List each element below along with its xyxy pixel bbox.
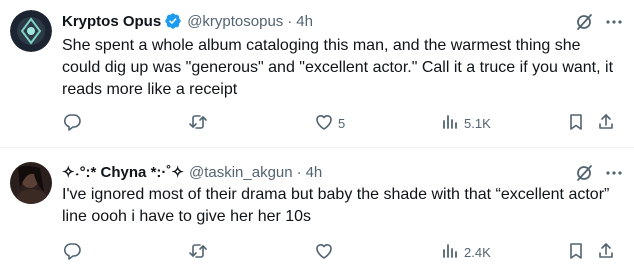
verified-badge-icon — [164, 12, 182, 30]
separator: · — [287, 12, 293, 30]
tweet[interactable]: ✧˖°:* Chyna *:·˚✧ @taskin_akgun · 4h I'v… — [0, 149, 634, 263]
author-name[interactable]: ✧˖°:* Chyna *:·˚✧ — [62, 163, 184, 181]
like-button[interactable]: 5 — [314, 108, 345, 138]
more-icon[interactable] — [604, 163, 624, 183]
bookmark-icon — [566, 241, 586, 264]
avatar[interactable] — [10, 162, 52, 204]
author-name[interactable]: Kryptos Opus — [62, 13, 161, 30]
bookmark-button[interactable] — [566, 108, 586, 138]
retweet-icon — [188, 112, 208, 135]
tweet[interactable]: Kryptos Opus @kryptosopus · 4h She spent… — [0, 0, 634, 148]
tweet-text: I've ignored most of their drama but bab… — [62, 186, 610, 225]
views-icon — [440, 241, 460, 264]
more-icon[interactable] — [604, 12, 624, 32]
views-count: 2.4K — [464, 244, 491, 260]
separator: · — [296, 163, 302, 181]
reply-button[interactable] — [62, 108, 82, 138]
timestamp[interactable]: 4h — [306, 164, 323, 181]
tweet-header: Kryptos Opus @kryptosopus · 4h — [62, 11, 313, 31]
bookmark-icon — [566, 112, 586, 135]
action-bar: 5 5.1K — [52, 108, 634, 138]
avatar[interactable] — [10, 10, 52, 52]
share-button[interactable] — [596, 108, 616, 138]
like-icon — [314, 241, 334, 264]
share-icon — [596, 241, 616, 264]
retweet-button[interactable] — [188, 108, 208, 138]
grok-icon[interactable] — [574, 163, 594, 183]
views-count: 5.1K — [464, 115, 491, 131]
retweet-icon — [188, 241, 208, 264]
share-icon — [596, 112, 616, 135]
author-handle[interactable]: @taskin_akgun — [189, 164, 293, 181]
reply-icon — [62, 241, 82, 264]
timestamp[interactable]: 4h — [296, 13, 313, 30]
tweet-header: ✧˖°:* Chyna *:·˚✧ @taskin_akgun · 4h — [62, 162, 322, 182]
author-handle[interactable]: @kryptosopus — [187, 13, 283, 30]
reply-icon — [62, 112, 82, 135]
views-icon — [440, 112, 460, 135]
tweet-text: She spent a whole album cataloging this … — [62, 37, 614, 98]
like-count: 5 — [338, 115, 346, 131]
like-icon — [314, 112, 334, 135]
grok-icon[interactable] — [574, 12, 594, 32]
views-button[interactable]: 5.1K — [440, 108, 491, 138]
